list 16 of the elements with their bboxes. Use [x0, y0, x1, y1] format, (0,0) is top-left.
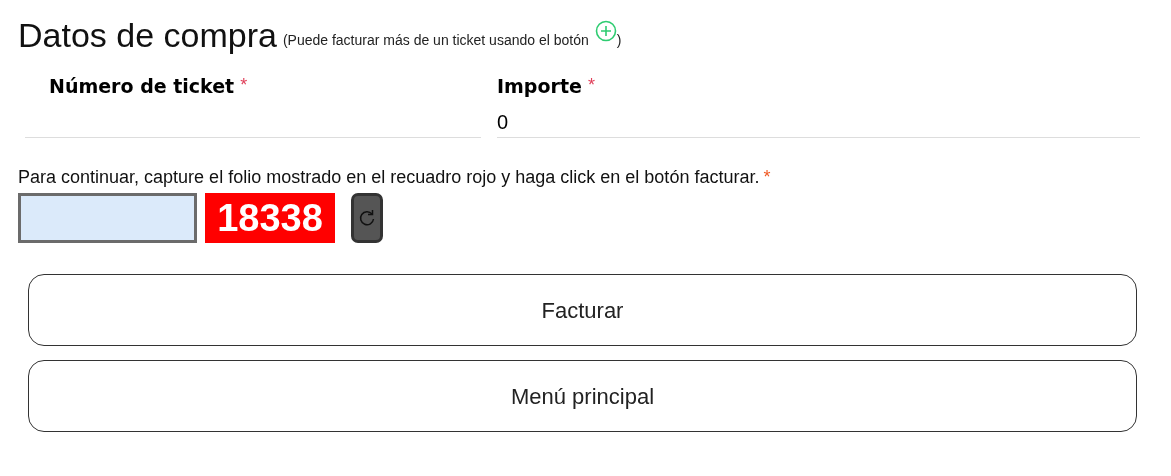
required-mark: *	[763, 166, 771, 189]
hint-text: (Puede facturar más de un ticket usando el botón	[282, 31, 589, 50]
required-mark: *	[240, 74, 248, 97]
action-button[interactable]: Facturar	[28, 274, 1137, 346]
action-button[interactable]: Menú principal	[28, 360, 1137, 432]
captcha-input[interactable]	[18, 193, 197, 243]
input-field[interactable]: 0	[497, 106, 1140, 137]
refresh-button[interactable]	[351, 193, 383, 243]
section-title: Datos de compra	[18, 18, 277, 52]
field-label: Número de ticket	[49, 74, 235, 99]
refresh-icon	[357, 208, 377, 228]
field-label: Importe	[497, 74, 582, 99]
hint-text: )	[616, 31, 622, 50]
instruction-text: Para continuar, capture el folio mostrado en el recuadro rojo y haga click en el botón facturar.	[18, 166, 760, 189]
captcha-code: 18338	[205, 193, 335, 243]
required-mark: *	[587, 74, 595, 97]
